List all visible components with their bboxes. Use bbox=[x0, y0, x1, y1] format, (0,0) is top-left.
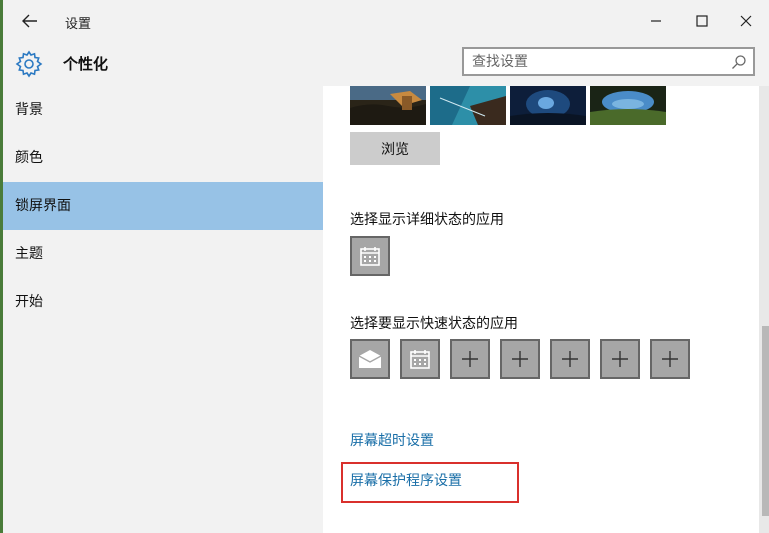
browse-button[interactable]: 浏览 bbox=[350, 132, 440, 165]
sidebar: 背景 颜色 锁屏界面 主题 开始 bbox=[3, 86, 323, 533]
add-quick-status-app-tile[interactable] bbox=[600, 339, 640, 379]
mail-icon bbox=[358, 350, 382, 368]
window-title: 设置 bbox=[65, 17, 92, 32]
background-thumbnail[interactable] bbox=[350, 86, 426, 125]
sidebar-item-background[interactable]: 背景 bbox=[3, 86, 323, 134]
sidebar-item-start[interactable]: 开始 bbox=[3, 278, 323, 326]
content-scrollbar[interactable] bbox=[759, 86, 769, 533]
sidebar-item-lock-screen[interactable]: 锁屏界面 bbox=[3, 182, 323, 230]
maximize-button[interactable] bbox=[679, 4, 725, 38]
search-icon[interactable] bbox=[731, 54, 747, 70]
add-quick-status-app-tile[interactable] bbox=[500, 339, 540, 379]
page-header: 个性化 bbox=[3, 42, 769, 86]
screen-timeout-settings-link[interactable]: 屏幕超时设置 bbox=[350, 430, 434, 450]
background-thumbnail[interactable] bbox=[590, 86, 666, 125]
close-icon bbox=[740, 15, 752, 27]
plus-icon bbox=[612, 351, 628, 367]
quick-status-mail-tile[interactable] bbox=[350, 339, 390, 379]
minimize-icon bbox=[651, 20, 661, 22]
quick-status-label: 选择要显示快速状态的应用 bbox=[350, 316, 518, 332]
plus-icon bbox=[662, 351, 678, 367]
maximize-icon bbox=[696, 15, 708, 27]
page-title: 个性化 bbox=[63, 55, 109, 73]
calendar-icon bbox=[410, 350, 430, 369]
title-bar: 设置 bbox=[3, 0, 769, 42]
detailed-status-label: 选择显示详细状态的应用 bbox=[350, 212, 504, 228]
add-quick-status-app-tile[interactable] bbox=[650, 339, 690, 379]
sidebar-item-themes[interactable]: 主题 bbox=[3, 230, 323, 278]
background-thumbnail[interactable] bbox=[430, 86, 506, 125]
arrow-left-icon bbox=[22, 14, 37, 28]
plus-icon bbox=[462, 351, 478, 367]
add-quick-status-app-tile[interactable] bbox=[450, 339, 490, 379]
plus-icon bbox=[512, 351, 528, 367]
minimize-button[interactable] bbox=[633, 4, 679, 38]
plus-icon bbox=[562, 351, 578, 367]
detailed-status-app-tile[interactable] bbox=[350, 236, 390, 276]
search-input[interactable] bbox=[472, 52, 722, 72]
close-button[interactable] bbox=[723, 4, 769, 38]
calendar-icon bbox=[360, 247, 380, 266]
sidebar-item-colors[interactable]: 颜色 bbox=[3, 134, 323, 182]
search-box[interactable] bbox=[462, 47, 755, 76]
screensaver-settings-link[interactable]: 屏幕保护程序设置 bbox=[350, 470, 462, 490]
background-thumbnail[interactable] bbox=[510, 86, 586, 125]
add-quick-status-app-tile[interactable] bbox=[550, 339, 590, 379]
scrollbar-thumb[interactable] bbox=[762, 326, 769, 516]
quick-status-calendar-tile[interactable] bbox=[400, 339, 440, 379]
lock-screen-content: 浏览 选择显示详细状态的应用 选择要显示快速状态的应用 屏幕超时设置 屏幕保护程… bbox=[323, 86, 759, 533]
gear-icon bbox=[15, 50, 43, 78]
settings-window: 设置 个性化 查找设置 背景 颜色 锁屏界面 主题 开始 浏览 选择显示详细状态… bbox=[0, 0, 769, 533]
back-button[interactable] bbox=[13, 6, 47, 36]
